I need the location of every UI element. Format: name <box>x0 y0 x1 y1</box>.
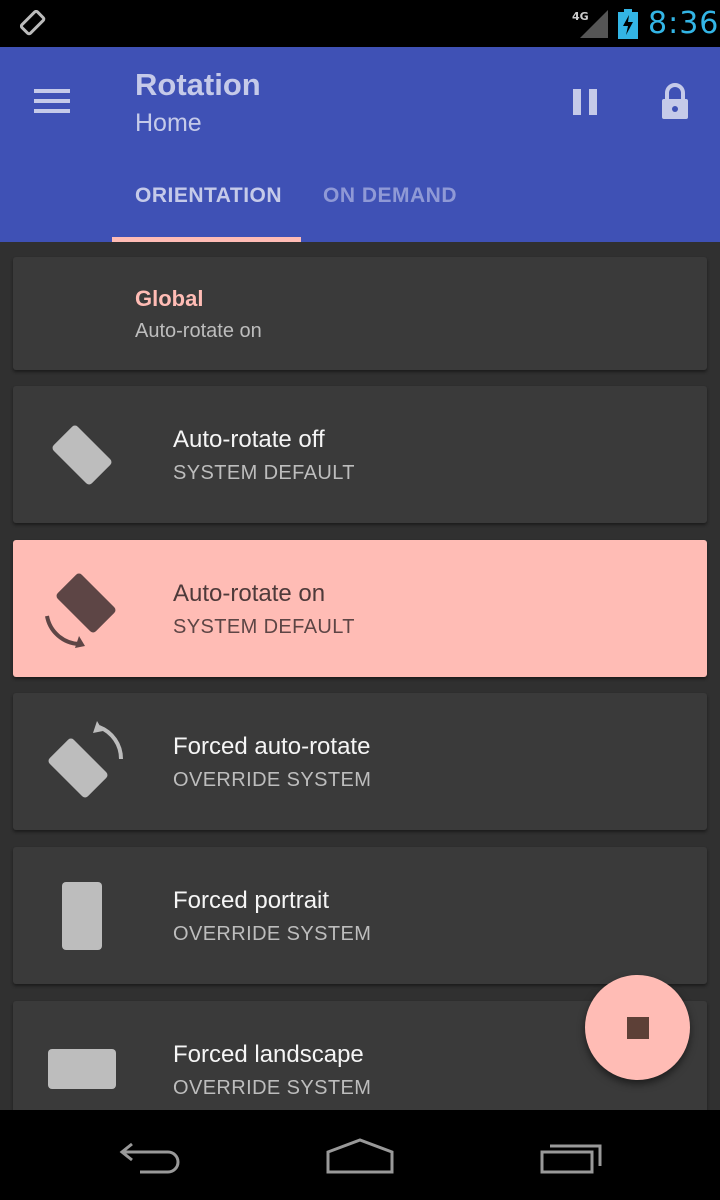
navigation-bar <box>0 1110 720 1200</box>
item-subtitle: OVERRIDE SYSTEM <box>173 1077 372 1099</box>
global-title: Global <box>135 286 204 311</box>
stop-service-button[interactable] <box>585 975 690 1080</box>
item-subtitle: OVERRIDE SYSTEM <box>173 769 372 791</box>
screen-rotation-icon <box>45 573 116 648</box>
lock-icon[interactable] <box>652 77 698 127</box>
item-subtitle: OVERRIDE SYSTEM <box>173 923 372 945</box>
item-title: Auto-rotate on <box>173 580 326 607</box>
list-item-auto-rotate-on[interactable]: Auto-rotate on SYSTEM DEFAULT <box>13 540 707 677</box>
page-subtitle: Home <box>135 109 202 137</box>
tab-on-demand[interactable]: ON DEMAND <box>323 184 457 208</box>
signal-4g-icon: 4G <box>572 10 608 38</box>
item-title: Forced portrait <box>173 887 330 914</box>
list-item-forced-portrait[interactable]: Forced portrait OVERRIDE SYSTEM <box>13 847 707 984</box>
tab-indicator <box>112 237 301 242</box>
pause-icon[interactable] <box>560 77 610 127</box>
battery-charging-icon <box>618 9 638 39</box>
page-title: Rotation <box>135 67 261 102</box>
network-type: 4G <box>572 10 589 23</box>
clock: 8:36 <box>648 6 720 41</box>
global-status-card: Global Auto-rotate on <box>13 257 707 370</box>
home-icon[interactable] <box>320 1130 400 1180</box>
app-bar: Rotation Home ORIENTATION ON DEMAND <box>0 47 720 242</box>
menu-icon[interactable] <box>28 77 76 125</box>
recents-icon[interactable] <box>530 1130 610 1180</box>
forced-rotation-icon <box>48 721 124 798</box>
item-title: Forced auto-rotate <box>173 733 371 760</box>
stop-icon <box>627 1017 649 1039</box>
item-title: Auto-rotate off <box>173 426 325 453</box>
tab-orientation[interactable]: ORIENTATION <box>135 184 282 208</box>
list-item-forced-auto-rotate[interactable]: Forced auto-rotate OVERRIDE SYSTEM <box>13 693 707 830</box>
back-icon[interactable] <box>110 1130 190 1180</box>
item-subtitle: SYSTEM DEFAULT <box>173 462 355 484</box>
item-subtitle: SYSTEM DEFAULT <box>173 616 355 638</box>
screen-rotation-locked-icon <box>52 425 112 485</box>
list-item-auto-rotate-off[interactable]: Auto-rotate off SYSTEM DEFAULT <box>13 386 707 523</box>
global-subtitle: Auto-rotate on <box>135 320 262 342</box>
item-title: Forced landscape <box>173 1041 364 1068</box>
landscape-icon <box>48 1049 116 1089</box>
screen-rotation-notification-icon <box>20 10 46 36</box>
status-bar: 4G 8:36 <box>0 0 720 47</box>
portrait-icon <box>62 882 102 950</box>
